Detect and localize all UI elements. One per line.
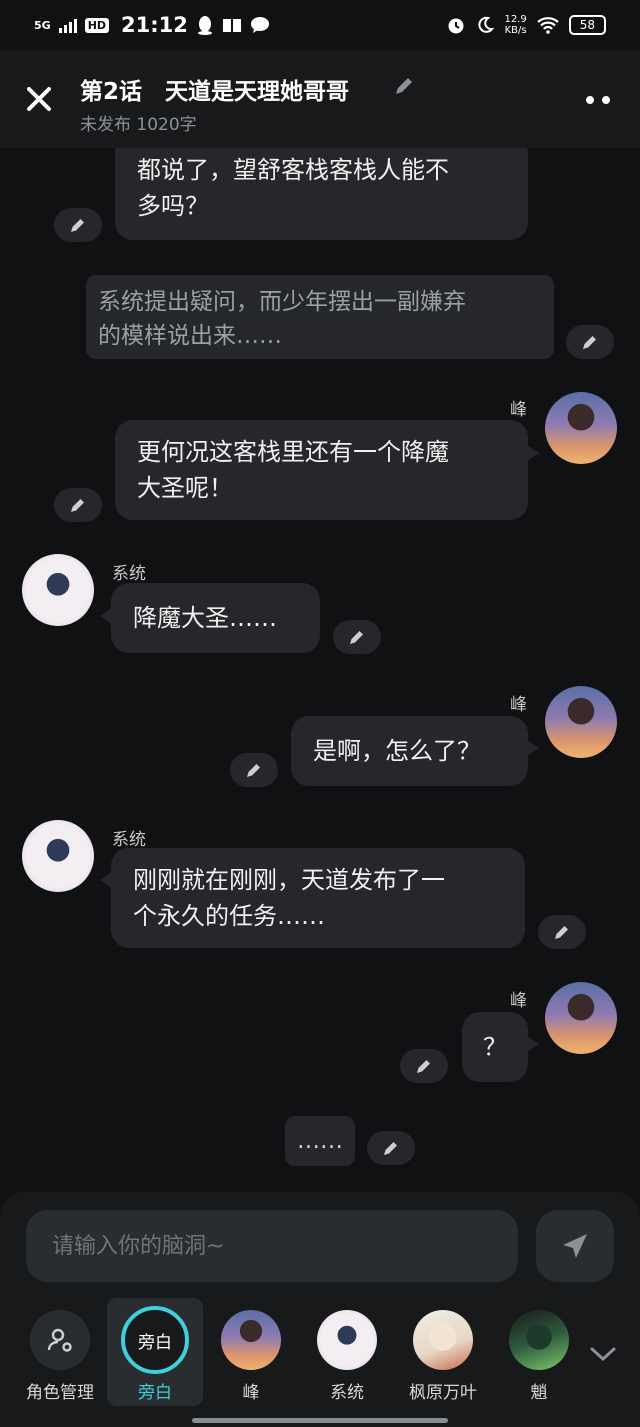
role-xiao[interactable]: 魈 bbox=[491, 1298, 587, 1406]
qq-icon bbox=[197, 16, 212, 35]
chapter-title: 第2话 天道是天理她哥哥 bbox=[80, 79, 350, 105]
avatar-feng[interactable] bbox=[545, 392, 617, 464]
role-narrator[interactable]: 旁白 旁白 bbox=[107, 1298, 203, 1406]
composer-panel: 角色管理 旁白 旁白 峰 系统 枫原万叶 魈 bbox=[0, 1192, 640, 1427]
pencil-icon bbox=[417, 1060, 430, 1073]
role-selector: 角色管理 旁白 旁白 峰 系统 枫原万叶 魈 bbox=[0, 1298, 640, 1408]
message-bubble[interactable]: 降魔大圣…… bbox=[111, 583, 320, 653]
wifi-icon bbox=[536, 17, 559, 34]
pencil-icon bbox=[71, 499, 84, 512]
hd-badge: HD bbox=[84, 17, 110, 33]
edit-message-button[interactable] bbox=[538, 915, 586, 949]
chevron-down-icon[interactable] bbox=[588, 1344, 618, 1364]
pencil-icon bbox=[71, 219, 84, 232]
pencil-icon bbox=[384, 1142, 397, 1155]
avatar-feng[interactable] bbox=[545, 982, 617, 1054]
edit-title-icon[interactable] bbox=[392, 74, 416, 98]
chat-icon bbox=[250, 17, 269, 33]
edit-message-button[interactable] bbox=[566, 325, 614, 359]
bubble-tail bbox=[527, 445, 539, 461]
alarm-icon bbox=[448, 18, 464, 34]
chapter-status: 未发布 1020字 bbox=[80, 115, 197, 135]
avatar-xiao bbox=[509, 1310, 569, 1370]
message-bubble[interactable]: ？ bbox=[462, 1012, 528, 1082]
speaker-name: 系统 bbox=[112, 830, 146, 850]
bubble-tail bbox=[527, 740, 539, 756]
edit-message-button[interactable] bbox=[54, 488, 102, 522]
avatar-system[interactable] bbox=[22, 554, 94, 626]
edit-message-button[interactable] bbox=[333, 620, 381, 654]
avatar-kazuha bbox=[413, 1310, 473, 1370]
role-feng[interactable]: 峰 bbox=[203, 1298, 299, 1406]
signal-icon bbox=[58, 17, 77, 33]
network-label: 5G bbox=[34, 18, 51, 32]
narration-block[interactable]: …… bbox=[285, 1116, 355, 1166]
pencil-icon bbox=[555, 926, 568, 939]
send-icon bbox=[563, 1234, 587, 1258]
edit-message-button[interactable] bbox=[230, 753, 278, 787]
role-label: 枫原万叶 bbox=[409, 1383, 477, 1403]
message-bubble[interactable]: 更何况这客栈里还有一个降魔 大圣呢！ bbox=[115, 420, 528, 520]
speaker-name: 峰 bbox=[510, 695, 527, 715]
clock: 21:12 bbox=[121, 13, 188, 37]
speaker-name: 峰 bbox=[510, 400, 527, 420]
avatar-feng[interactable] bbox=[545, 686, 617, 758]
role-manage-icon bbox=[30, 1310, 90, 1370]
battery-indicator: 58 bbox=[568, 15, 606, 35]
moon-icon bbox=[478, 16, 495, 33]
role-system[interactable]: 系统 bbox=[299, 1298, 395, 1406]
role-label: 系统 bbox=[330, 1383, 364, 1403]
role-label: 旁白 bbox=[138, 1383, 172, 1403]
send-button[interactable] bbox=[536, 1210, 614, 1282]
role-label: 峰 bbox=[242, 1383, 260, 1403]
avatar-feng bbox=[221, 1310, 281, 1370]
role-kazuha[interactable]: 枫原万叶 bbox=[395, 1298, 491, 1406]
message-bubble[interactable]: 都说了，望舒客栈客栈人能不 多吗？ bbox=[115, 148, 528, 240]
speaker-name: 峰 bbox=[510, 991, 527, 1011]
more-options-icon[interactable] bbox=[586, 96, 610, 104]
narration-block[interactable]: 系统提出疑问，而少年摆出一副嫌弃 的模样说出来…… bbox=[86, 275, 554, 359]
pencil-icon bbox=[350, 631, 363, 644]
story-input[interactable] bbox=[26, 1210, 518, 1282]
role-label: 角色管理 bbox=[26, 1383, 94, 1403]
chat-area[interactable]: 都说了，望舒客栈客栈人能不 多吗？ 系统提出疑问，而少年摆出一副嫌弃 的模样说出… bbox=[0, 148, 640, 1192]
net-speed: 12.9 KB/s bbox=[504, 14, 527, 36]
status-bar: 5G HD 21:12 12.9 KB/s 58 bbox=[0, 0, 640, 50]
pencil-icon bbox=[583, 336, 596, 349]
home-indicator[interactable] bbox=[192, 1418, 448, 1423]
avatar-system[interactable] bbox=[22, 820, 94, 892]
edit-message-button[interactable] bbox=[54, 208, 102, 242]
edit-message-button[interactable] bbox=[367, 1131, 415, 1165]
narrator-badge: 旁白 bbox=[121, 1306, 189, 1374]
book-icon bbox=[222, 19, 241, 32]
message-bubble[interactable]: 是啊，怎么了？ bbox=[291, 716, 528, 786]
edit-message-button[interactable] bbox=[400, 1049, 448, 1083]
role-manage-button[interactable]: 角色管理 bbox=[12, 1298, 108, 1406]
bubble-tail bbox=[527, 1036, 539, 1052]
top-bar: 第2话 天道是天理她哥哥 未发布 1020字 bbox=[0, 50, 640, 148]
pencil-icon bbox=[247, 764, 260, 777]
speaker-name: 系统 bbox=[112, 564, 146, 584]
role-label: 魈 bbox=[530, 1383, 548, 1403]
message-bubble[interactable]: 刚刚就在刚刚，天道发布了一 个永久的任务…… bbox=[111, 848, 525, 948]
avatar-system bbox=[317, 1310, 377, 1370]
close-icon[interactable] bbox=[22, 82, 56, 116]
